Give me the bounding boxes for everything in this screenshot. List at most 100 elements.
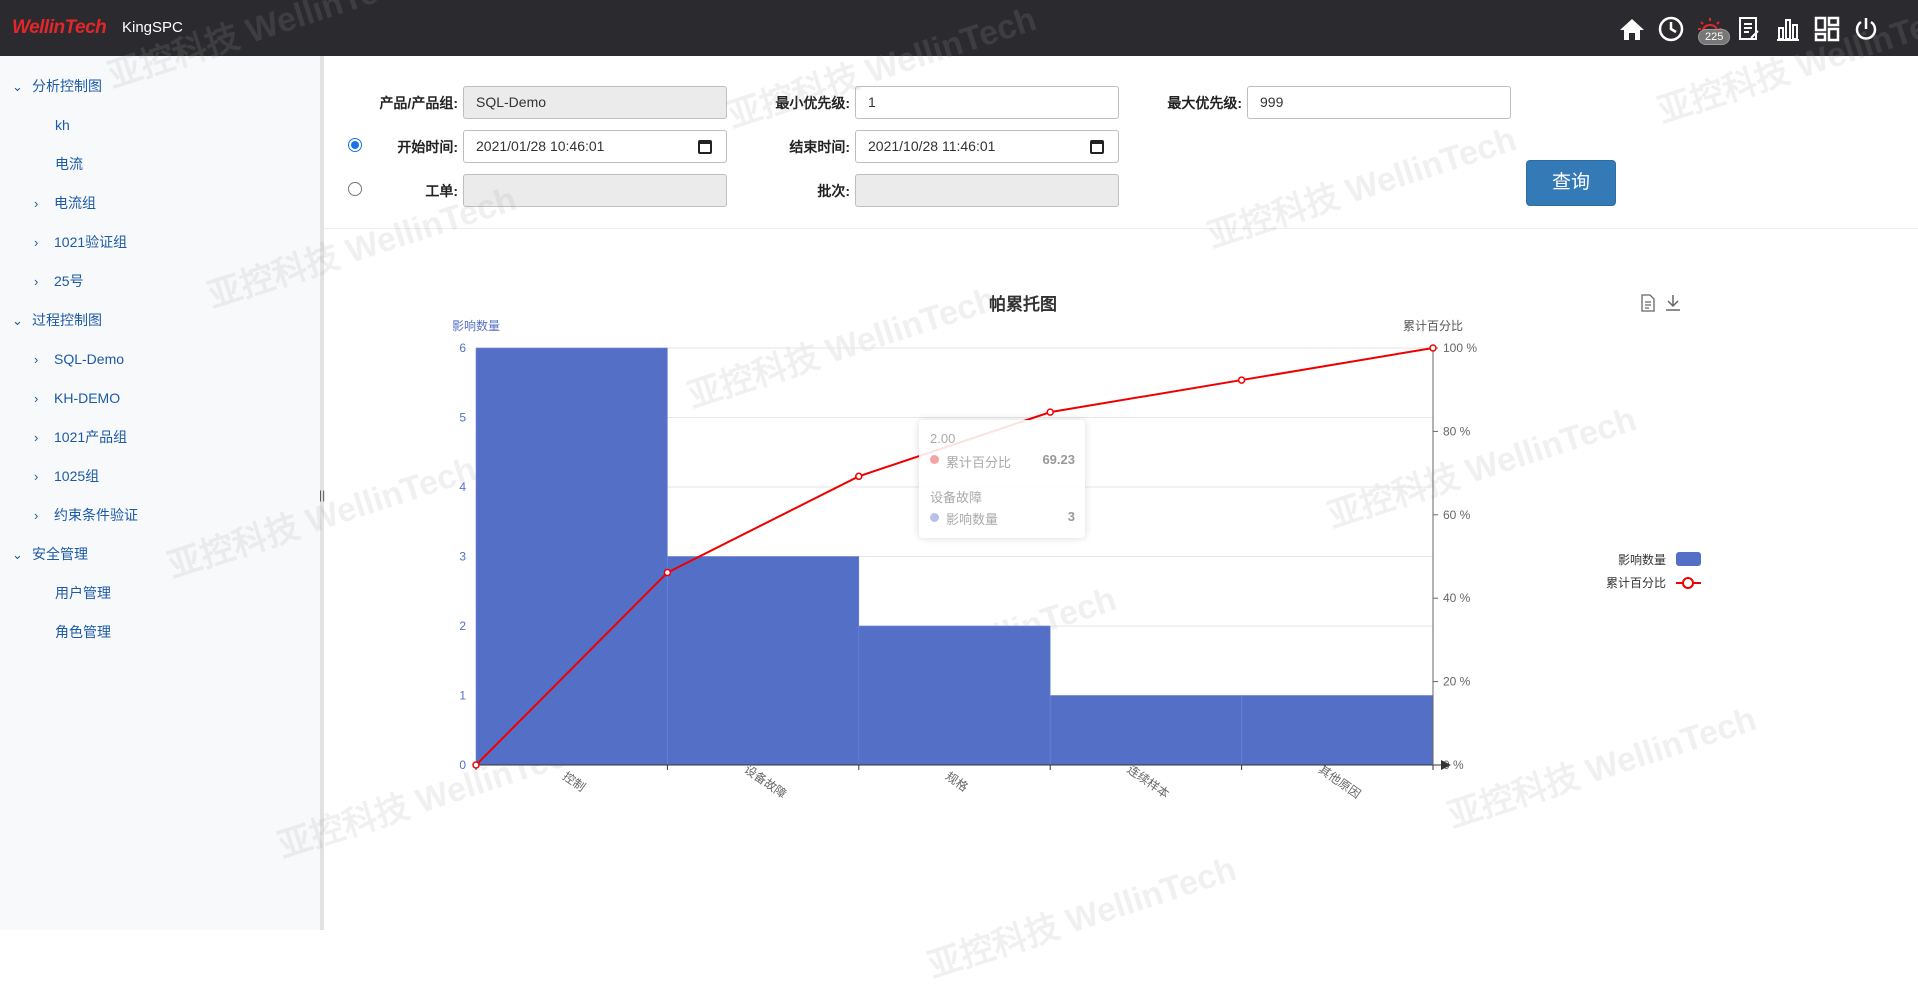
bar <box>1049 695 1242 766</box>
tree-item-1021-verify-group[interactable]: › 1021验证组 <box>34 232 127 252</box>
splitter-grip-icon[interactable]: || <box>319 488 325 502</box>
batch-input[interactable] <box>855 174 1119 207</box>
watermark: 亚控科技 WellinTech <box>923 850 1241 986</box>
tree-item-label: 电流组 <box>54 195 96 211</box>
chevron-right-icon: › <box>34 352 39 367</box>
y2-tick-label: 100 % <box>1443 341 1477 355</box>
y-axis-label: 影响数量 <box>452 318 500 333</box>
tree-item-label: 约束条件验证 <box>54 507 138 523</box>
tree-group-analysis[interactable]: ⌄ 分析控制图 <box>12 76 102 96</box>
tree-item-kh-demo[interactable]: › KH-DEMO <box>34 388 120 408</box>
x-tick-label: 设备故障 <box>742 761 790 801</box>
tree-group-label: 安全管理 <box>32 546 88 562</box>
tree-item-current[interactable]: 电流 <box>55 154 83 174</box>
line-point <box>855 472 863 481</box>
end-time-value: 2021/10/28 11:46:01 <box>868 138 996 154</box>
tree-item-1025-group[interactable]: › 1025组 <box>34 466 99 486</box>
chevron-down-icon: ⌄ <box>12 547 23 562</box>
y2-tick-label: 40 % <box>1443 591 1471 605</box>
tree-item-1021-product-group[interactable]: › 1021产品组 <box>34 427 127 447</box>
max-priority-input[interactable]: 999 <box>1247 86 1511 119</box>
start-time-input[interactable]: 2021/01/28 10:46:01 <box>463 130 727 163</box>
y-tick-label: 2 <box>459 619 466 633</box>
chart-title: 帕累托图 <box>989 295 1057 314</box>
y-tick-label: 4 <box>459 480 466 494</box>
dashboard-icon[interactable] <box>1812 14 1841 43</box>
chevron-right-icon: › <box>34 391 39 406</box>
data-view-icon[interactable] <box>1640 294 1656 315</box>
line-point <box>472 761 480 769</box>
tree-group-label: 过程控制图 <box>32 312 102 328</box>
tooltip-bar-name: 影响数量 <box>946 512 999 527</box>
max-priority-label: 最大优先级: <box>1167 95 1242 111</box>
power-icon[interactable] <box>1851 14 1880 43</box>
product-input[interactable]: SQL-Demo <box>463 86 727 119</box>
y-tick-label: 1 <box>459 689 466 703</box>
start-time-label: 开始时间: <box>397 139 458 155</box>
query-button[interactable]: 查询 <box>1526 160 1616 206</box>
tooltip-bar-value: 3 <box>1067 509 1075 524</box>
tree-item-label: 1021验证组 <box>54 234 128 250</box>
x-tick-label: 连续样本 <box>1125 761 1173 801</box>
y2-tick-label: 20 % <box>1443 675 1471 689</box>
tooltip-x-value: 2.00 <box>930 431 956 446</box>
workorder-input[interactable] <box>463 174 727 207</box>
y-tick-label: 3 <box>459 550 466 564</box>
history-icon[interactable] <box>1656 14 1685 43</box>
tree-item-user-management[interactable]: 用户管理 <box>55 583 111 603</box>
query-form: 产品/产品组: SQL-Demo 最小优先级: 1 最大优先级: 999 开始时… <box>324 56 1918 229</box>
min-priority-input[interactable]: 1 <box>855 86 1119 119</box>
tooltip-bar-marker <box>930 513 939 522</box>
end-time-input[interactable]: 2021/10/28 11:46:01 <box>855 130 1119 163</box>
chevron-right-icon: › <box>34 430 39 445</box>
workorder-radio[interactable] <box>348 182 362 196</box>
end-time-label: 结束时间: <box>789 139 850 155</box>
legend-label-line: 累计百分比 <box>1606 576 1666 590</box>
x-tick-label: 规格 <box>943 768 971 794</box>
watermark: 亚控科技 WellinTech <box>1443 700 1761 836</box>
x-tick-label: 其他原因 <box>1316 762 1363 801</box>
calendar-icon[interactable] <box>698 140 712 154</box>
tree-group-security[interactable]: ⌄ 安全管理 <box>12 544 88 564</box>
chevron-right-icon: › <box>34 196 39 211</box>
calendar-icon[interactable] <box>1090 140 1104 154</box>
tooltip-category: 设备故障 <box>930 490 983 505</box>
product-label: 产品/产品组: <box>379 95 458 111</box>
x-tick-label: 控制 <box>560 769 588 794</box>
download-icon[interactable] <box>1664 294 1682 315</box>
chevron-right-icon: › <box>34 508 39 523</box>
chevron-down-icon: ⌄ <box>12 79 23 94</box>
tree-item-25[interactable]: › 25号 <box>34 271 84 291</box>
home-icon[interactable] <box>1617 14 1646 43</box>
tree-item-label: 25号 <box>54 273 84 289</box>
tooltip-line-name: 累计百分比 <box>946 455 1012 470</box>
y-tick-label: 5 <box>459 411 466 425</box>
tree-group-process[interactable]: ⌄ 过程控制图 <box>12 310 102 330</box>
line-point <box>1046 408 1054 416</box>
legend-swatch-bar <box>1676 552 1701 566</box>
bar <box>475 347 668 766</box>
line-point <box>1429 344 1437 352</box>
bar <box>1241 695 1434 766</box>
tree-item-kh[interactable]: kh <box>55 115 70 135</box>
report-icon[interactable] <box>1734 14 1763 43</box>
chart-icon[interactable] <box>1773 14 1802 43</box>
watermark: 亚控科技 WellinTech <box>683 280 1001 416</box>
tree-item-constraint-verify[interactable]: › 约束条件验证 <box>34 505 138 525</box>
bar <box>667 556 860 766</box>
y2-axis-label: 累计百分比 <box>1403 319 1463 333</box>
tree-item-role-management[interactable]: 角色管理 <box>55 622 111 642</box>
tree-item-label: 1025组 <box>54 468 100 484</box>
top-bar: WellinTech KingSPC 225 <box>0 0 1918 56</box>
tree-item-label: KH-DEMO <box>54 390 121 406</box>
sidebar: ⌄ 分析控制图 kh 电流 › 电流组 › 1021验证组 › 25号 ⌄ 过程控制图 ›… <box>0 56 320 930</box>
tree-item-sql-demo[interactable]: › SQL-Demo <box>34 349 124 369</box>
start-time-value: 2021/01/28 10:46:01 <box>476 138 605 154</box>
tree-item-current-group[interactable]: › 电流组 <box>34 193 96 213</box>
alarm-icon[interactable]: 225 <box>1695 14 1731 45</box>
time-range-radio[interactable] <box>348 138 362 152</box>
tree-item-label: 1021产品组 <box>54 429 128 445</box>
notification-badge: 225 <box>1698 29 1731 45</box>
chart-tooltip: 2.00 累计百分比 69.23 设备故障 影响数量 3 <box>919 420 1085 538</box>
line-point <box>663 568 672 577</box>
